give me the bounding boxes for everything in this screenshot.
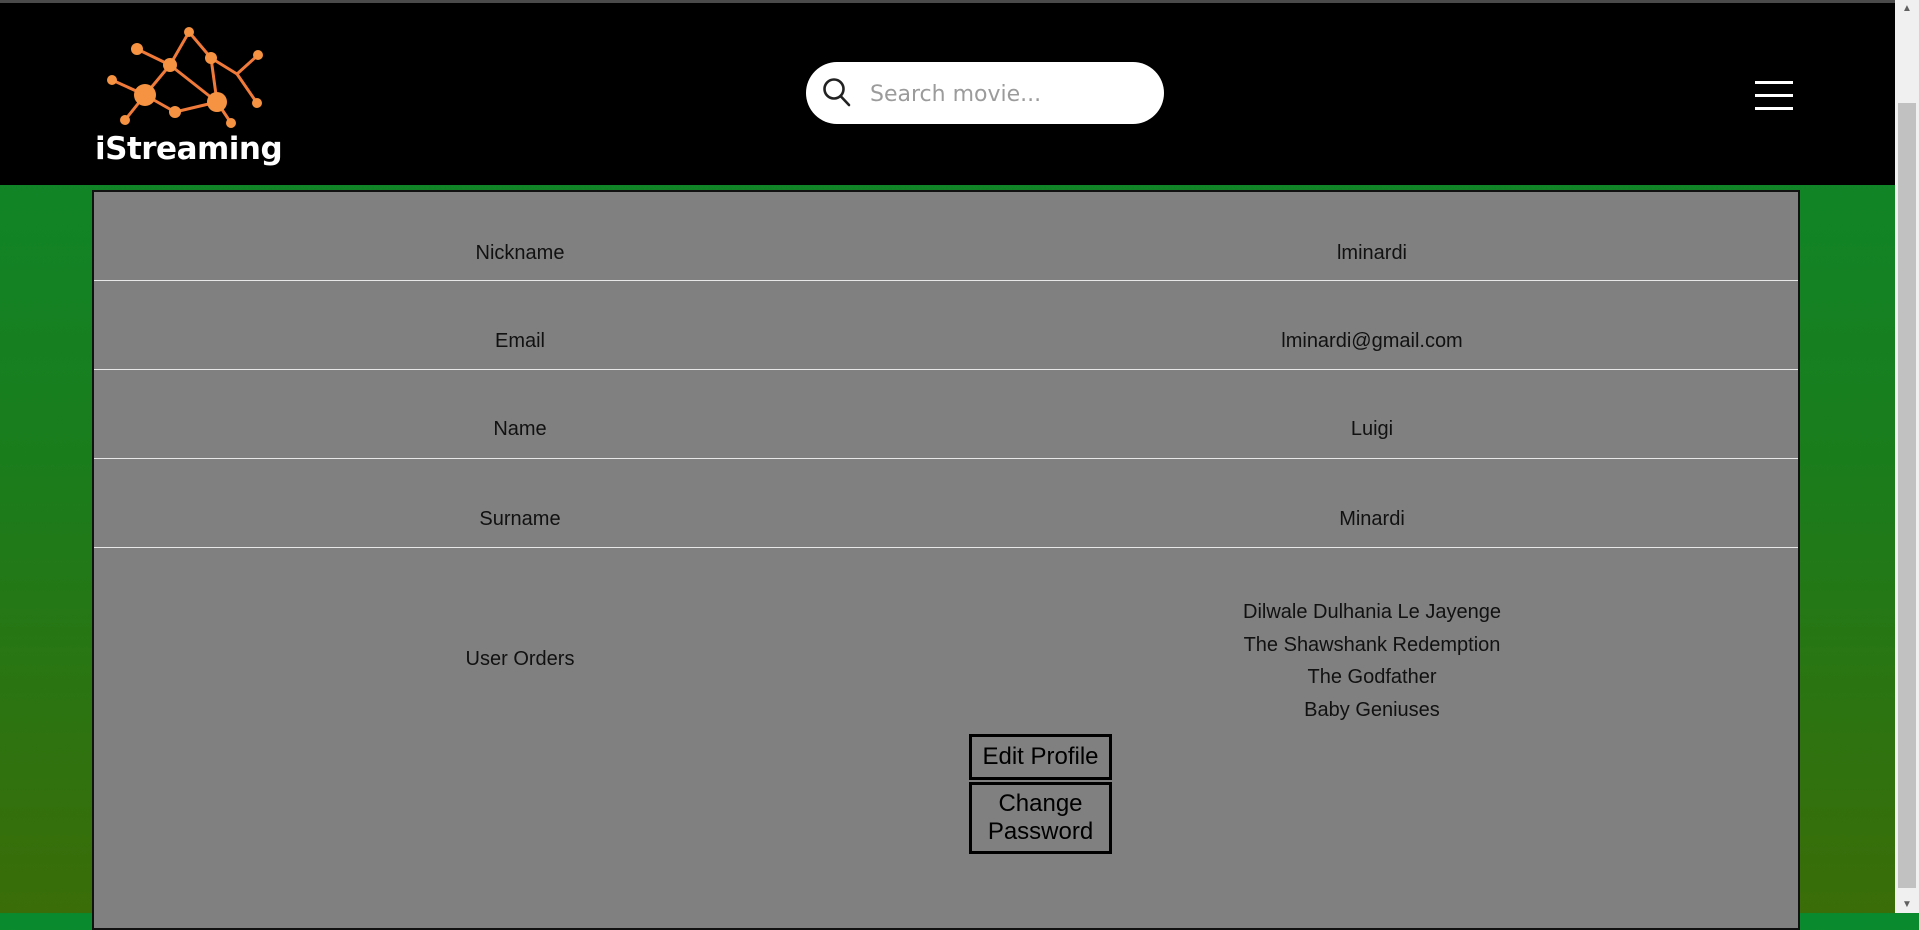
network-logo-icon [107,27,263,128]
profile-row-email: Email lminardi@gmail.com [94,281,1798,370]
menu-bar-bottom [1755,107,1793,110]
menu-bar-middle [1755,94,1793,97]
hamburger-menu-icon[interactable] [1755,81,1793,111]
profile-row-surname: Surname Minardi [94,459,1798,548]
user-orders-label: User Orders [465,648,575,670]
row-value: Minardi [1339,508,1405,530]
row-label: Surname [479,508,561,530]
logo-text: iStreaming [95,131,283,167]
scroll-down-arrow-icon[interactable]: ▼ [1895,896,1919,913]
row-label: Email [494,330,545,352]
order-item: Baby Geniuses [1304,698,1440,721]
vertical-scrollbar[interactable]: ▲ ▼ [1895,0,1919,913]
profile-row-nickname: Nickname lminardi [94,192,1798,281]
menu-bar-top [1755,81,1793,84]
user-orders-list: Dilwale Dulhania Le Jayenge The Shawshan… [946,596,1798,726]
edit-profile-button[interactable]: Edit Profile [969,734,1112,780]
order-item: The Shawshank Redemption [1243,633,1501,656]
row-value: Luigi [1350,418,1394,440]
site-header: iStreaming [0,3,1895,185]
change-password-button[interactable]: Change Password [969,782,1112,854]
scrollbar-thumb[interactable] [1898,103,1916,888]
row-label: Nickname [475,242,565,264]
search-bar[interactable] [806,62,1164,124]
search-icon[interactable] [822,77,852,109]
profile-panel: Nickname lminardi Email lminardi@gmail.c… [92,190,1800,930]
row-value: lminardi@gmail.com [1281,330,1463,352]
istreaming-logo[interactable]: iStreaming [95,25,283,173]
order-item: Dilwale Dulhania Le Jayenge [1243,601,1501,623]
order-item: The Godfather [1307,666,1437,688]
scroll-up-arrow-icon[interactable]: ▲ [1895,0,1919,17]
profile-row-name: Name Luigi [94,370,1798,459]
search-input[interactable] [868,75,1142,113]
row-label: Name [493,418,547,440]
row-value: lminardi [1336,242,1408,264]
